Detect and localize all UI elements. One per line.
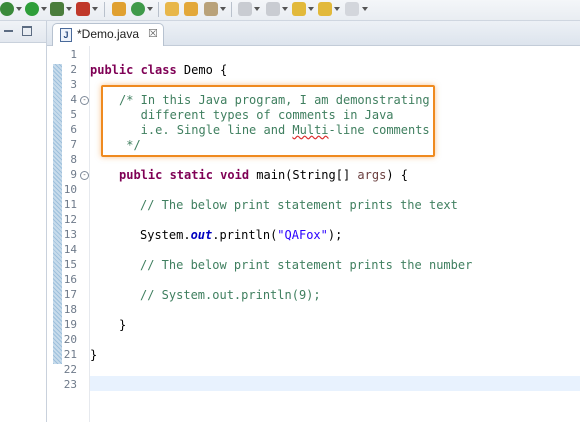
line-number: 23 (63, 378, 77, 391)
line-number: 4 (70, 93, 77, 106)
tab-label: *Demo.java (77, 27, 140, 41)
line-number: 18 (63, 303, 77, 316)
back-icon[interactable] (292, 2, 306, 16)
external-tools-dropdown-icon[interactable] (92, 7, 98, 11)
forward-arrow-icon[interactable] (318, 2, 332, 16)
annotation-dropdown-icon[interactable] (254, 7, 260, 11)
last-edit-icon[interactable] (266, 2, 280, 16)
last-edit-dropdown-icon[interactable] (282, 7, 288, 11)
line-number: 13 (63, 228, 77, 241)
line-number: 16 (63, 273, 77, 286)
current-line-highlight (90, 376, 580, 391)
line-number: 22 (63, 363, 77, 376)
line-number: 14 (63, 243, 77, 256)
forward-icon[interactable] (345, 2, 359, 16)
new-class-dropdown-icon[interactable] (147, 7, 153, 11)
minimize-icon[interactable] (4, 30, 13, 32)
code-line: public class Demo { (90, 63, 228, 77)
code-line: System.out.println("QAFox"); (140, 228, 343, 242)
search-dropdown-icon[interactable] (220, 7, 226, 11)
toolbar-separator (104, 2, 105, 17)
line-number: 3 (70, 78, 77, 91)
line-number: 1 (70, 48, 77, 61)
debug-icon[interactable] (0, 2, 14, 16)
new-package-icon[interactable] (112, 2, 126, 16)
run-dropdown-icon[interactable] (41, 7, 47, 11)
line-number: 9 (70, 168, 77, 181)
editor-tab-bar: J *Demo.java ☒ (47, 21, 580, 46)
code-line: // System.out.println(9); (140, 288, 321, 302)
main-toolbar (0, 0, 580, 21)
comment-highlight-box (101, 85, 435, 157)
coverage-icon[interactable] (50, 2, 64, 16)
maximize-icon[interactable] (22, 26, 32, 36)
code-line: } (90, 348, 98, 362)
line-number: 17 (63, 288, 77, 301)
code-line: // The below print statement prints the … (140, 198, 458, 212)
line-number: 20 (63, 333, 77, 346)
line-number: 2 (70, 63, 77, 76)
line-number: 7 (70, 138, 77, 151)
run-icon[interactable] (25, 2, 39, 16)
line-number: 15 (63, 258, 77, 271)
code-line: // The below print statement prints the … (140, 258, 473, 272)
fold-toggle-icon[interactable]: - (80, 96, 89, 105)
java-file-icon: J (60, 28, 72, 42)
forward-dropdown-icon[interactable] (362, 7, 368, 11)
fold-toggle-icon[interactable]: - (80, 171, 89, 180)
toolbar-separator (231, 2, 232, 17)
external-tools-icon[interactable] (76, 2, 90, 16)
open-task-icon[interactable] (184, 2, 198, 16)
package-explorer-panel (0, 21, 47, 422)
line-number: 19 (63, 318, 77, 331)
back-dropdown-icon[interactable] (308, 7, 314, 11)
toolbar-separator (158, 2, 159, 17)
forward-arrow-dropdown-icon[interactable] (334, 7, 340, 11)
panel-header (0, 21, 46, 43)
line-number: 12 (63, 213, 77, 226)
open-type-icon[interactable] (165, 2, 179, 16)
code-line: } (119, 318, 127, 332)
line-number: 6 (70, 123, 77, 136)
tab-demo-java[interactable]: J *Demo.java ☒ (52, 23, 164, 46)
annotation-icon[interactable] (238, 2, 252, 16)
code-line: public static void main(String[] args) { (119, 168, 409, 182)
coverage-dropdown-icon[interactable] (66, 7, 72, 11)
new-class-icon[interactable] (131, 2, 145, 16)
line-number: 8 (70, 153, 77, 166)
close-icon[interactable]: ☒ (148, 27, 158, 40)
search-icon[interactable] (204, 2, 218, 16)
line-number: 21 (63, 348, 77, 361)
line-number: 11 (63, 198, 77, 211)
line-number: 5 (70, 108, 77, 121)
line-number: 10 (63, 183, 77, 196)
debug-dropdown-icon[interactable] (16, 7, 22, 11)
